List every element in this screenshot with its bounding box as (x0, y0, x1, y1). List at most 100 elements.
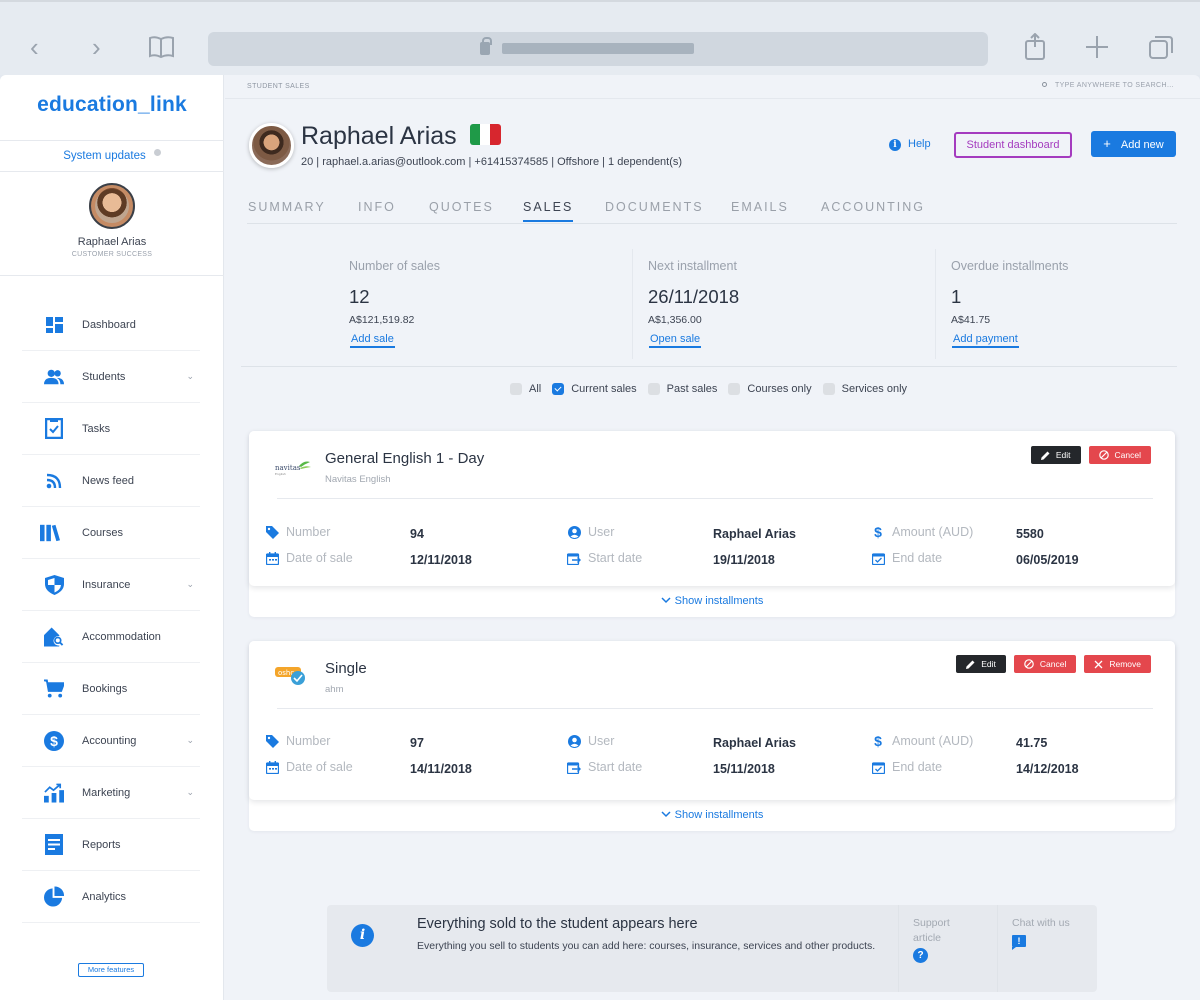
support-article-link[interactable]: Support article ? (898, 905, 997, 992)
chevron-down-icon (661, 811, 671, 818)
pencil-icon (966, 660, 975, 669)
remove-label: Remove (1109, 659, 1141, 669)
show-installments-link[interactable]: Show installments (249, 809, 1175, 821)
sidebar-item-news-feed[interactable]: News feed (22, 455, 200, 507)
sidebar-item-accommodation[interactable]: Accommodation (22, 611, 200, 663)
checkbox[interactable] (822, 383, 835, 395)
edit-button[interactable]: Edit (956, 655, 1006, 673)
sidebar-item-label: News feed (82, 474, 134, 487)
new-tab-icon[interactable] (1085, 35, 1109, 65)
field-label: Date of sale (286, 760, 353, 774)
show-installments-link[interactable]: Show installments (249, 595, 1175, 607)
top-bar: STUDENT SALES TYPE ANYWHERE TO SEARCH... (225, 75, 1200, 99)
edit-button[interactable]: Edit (1030, 446, 1081, 464)
sale-card-body: oshc Single ahm Edit Cancel Remove Numbe… (249, 641, 1175, 800)
student-dashboard-button[interactable]: Student dashboard (954, 132, 1072, 158)
student-avatar (249, 123, 294, 168)
field-end-date: End date (871, 760, 942, 774)
info-title: Everything sold to the student appears h… (417, 916, 698, 932)
filter-current-sales[interactable]: Current sales (552, 383, 637, 395)
url-text (502, 43, 694, 54)
add-new-button[interactable]: + Add new (1091, 131, 1176, 157)
sidebar-item-students[interactable]: Students ⌄ (22, 351, 200, 403)
current-user: Raphael Arias CUSTOMER SUCCESS (0, 173, 224, 276)
support-article-label: Support article (913, 917, 950, 944)
tabs-icon[interactable] (1148, 34, 1174, 66)
sidebar-item-marketing[interactable]: Marketing ⌄ (22, 767, 200, 819)
chat-link[interactable]: Chat with us ! (997, 905, 1097, 992)
divider (277, 708, 1153, 709)
sidebar-item-reports[interactable]: Reports (22, 819, 200, 871)
avatar[interactable] (89, 183, 135, 229)
filter-services-only[interactable]: Services only (822, 383, 907, 395)
tab-sales[interactable]: SALES (523, 200, 574, 222)
page-title: Raphael Arias (301, 122, 501, 151)
sidebar-item-label: Analytics (82, 890, 127, 903)
checkbox[interactable] (552, 383, 565, 395)
bookmarks-icon[interactable] (148, 35, 175, 65)
sidebar-item-insurance[interactable]: Insurance ⌄ (22, 559, 200, 611)
edit-label: Edit (1055, 450, 1071, 460)
dashboard-icon (44, 315, 64, 335)
cancel-button[interactable]: Cancel (1013, 655, 1077, 673)
chart-growth-icon (44, 783, 64, 803)
field-start-date: Start date (567, 551, 642, 565)
sidebar-item-courses[interactable]: Courses (22, 507, 200, 559)
tab-documents[interactable]: DOCUMENTS (605, 200, 704, 220)
share-icon[interactable] (1024, 32, 1046, 67)
system-updates-link[interactable]: System updates (0, 140, 224, 172)
open-sale-link[interactable]: Open sale (649, 333, 702, 348)
filter-all[interactable]: All (510, 383, 541, 395)
sidebar-item-tasks[interactable]: Tasks (22, 403, 200, 455)
info-text: Everything you sell to students you can … (417, 940, 876, 952)
tab-summary[interactable]: SUMMARY (248, 200, 326, 220)
sidebar-item-label: Insurance (82, 578, 131, 591)
add-sale-link[interactable]: Add sale (350, 333, 395, 348)
sidebar-item-dashboard[interactable]: Dashboard (22, 299, 200, 351)
forward-icon[interactable]: › (92, 32, 101, 62)
help-link[interactable]: i Help (889, 138, 931, 151)
filter-past-sales[interactable]: Past sales (647, 383, 717, 395)
back-icon[interactable]: ‹ (30, 32, 39, 62)
info-icon: i (351, 924, 374, 947)
system-updates-label: System updates (63, 150, 146, 162)
add-payment-link[interactable]: Add payment (952, 333, 1019, 348)
logo[interactable]: education_link (0, 93, 224, 117)
filter-label: Current sales (571, 383, 637, 395)
search-input[interactable]: TYPE ANYWHERE TO SEARCH... (1041, 82, 1174, 89)
field-value: 15/11/2018 (713, 762, 775, 776)
stat-value: 26/11/2018 (648, 286, 740, 307)
field-number: Number (265, 734, 330, 748)
sales-filters: All Current sales Past sales Courses onl… (510, 383, 918, 395)
checkbox[interactable] (647, 383, 660, 395)
field-label: Date of sale (286, 551, 353, 565)
show-installments-label: Show installments (674, 809, 764, 821)
field-start-date: Start date (567, 760, 642, 774)
stat-label: Overdue installments (951, 259, 1069, 273)
tab-info[interactable]: INFO (358, 200, 396, 220)
address-bar[interactable] (208, 32, 988, 66)
field-value: 06/05/2019 (1016, 553, 1079, 567)
sidebar-item-accounting[interactable]: $ Accounting ⌄ (22, 715, 200, 767)
tab-quotes[interactable]: QUOTES (429, 200, 494, 220)
cancel-label: Cancel (1114, 450, 1141, 460)
search-placeholder: TYPE ANYWHERE TO SEARCH... (1054, 82, 1174, 89)
stat-amount: A$41.75 (951, 314, 991, 326)
checkbox[interactable] (728, 383, 741, 395)
remove-button[interactable]: Remove (1084, 655, 1151, 673)
sidebar-item-label: Accounting (82, 734, 137, 747)
sidebar-item-analytics[interactable]: Analytics (22, 871, 200, 923)
filter-courses-only[interactable]: Courses only (728, 383, 812, 395)
more-features-button[interactable]: More features (78, 963, 144, 977)
cart-icon (44, 679, 64, 699)
checkbox[interactable] (510, 383, 522, 395)
field-value: 19/11/2018 (713, 553, 775, 567)
tab-accounting[interactable]: ACCOUNTING (821, 200, 925, 220)
field-label: Amount (AUD) (892, 525, 974, 539)
add-new-label: Add new (1120, 139, 1164, 151)
stat-label: Next installment (648, 259, 737, 273)
tab-emails[interactable]: EMAILS (731, 200, 789, 220)
sidebar-item-bookings[interactable]: Bookings (22, 663, 200, 715)
sale-card: oshc Single ahm Edit Cancel Remove Numbe… (249, 641, 1175, 831)
cancel-button[interactable]: Cancel (1088, 446, 1151, 464)
